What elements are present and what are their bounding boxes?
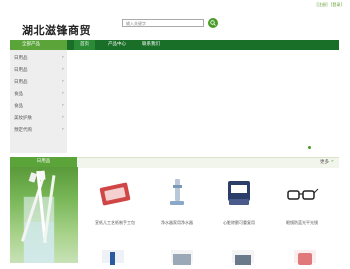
more-link[interactable]: 更多: [320, 159, 329, 165]
sidebar-item[interactable]: 日用品: [14, 55, 28, 61]
search-input[interactable]: 输入关键字: [122, 19, 204, 27]
product-image: [99, 182, 131, 206]
product-name: 净水器家用净水器: [161, 220, 193, 225]
chevron-right-icon: ›: [62, 103, 64, 108]
chevron-right-icon: ›: [62, 79, 64, 84]
sidebar-item[interactable]: 日用品: [14, 67, 28, 73]
product-image[interactable]: [294, 250, 316, 265]
nav-all-products[interactable]: 全部产品: [10, 40, 67, 50]
chevron-right-icon: »: [331, 159, 334, 164]
chevron-right-icon: ›: [62, 127, 64, 132]
login-link[interactable]: [登录]: [331, 2, 342, 7]
chevron-right-icon: ›: [62, 55, 64, 60]
banner-pager-dot[interactable]: [308, 146, 311, 149]
product-image[interactable]: [232, 250, 254, 265]
site-logo[interactable]: 湖北滋锋商贸: [22, 22, 91, 38]
sidebar-item[interactable]: 预定代购: [14, 127, 32, 133]
chevron-right-icon: ›: [62, 67, 64, 72]
chevron-right-icon: ›: [62, 91, 64, 96]
sidebar-item[interactable]: 美妆护肤: [14, 115, 32, 121]
chevron-right-icon: ›: [62, 115, 64, 120]
product-name: 宣纸儿工艺纸制手工包: [95, 220, 135, 225]
top-links: [注册] [登录]: [314, 2, 342, 8]
section-title: 日用品: [10, 157, 77, 167]
sidebar-item[interactable]: 日用品: [14, 79, 28, 85]
nav-contact[interactable]: 联系我们: [142, 40, 160, 50]
product-image: [287, 188, 319, 200]
search-button[interactable]: [208, 18, 218, 28]
banner-area: [67, 50, 339, 153]
promo-image: [10, 167, 78, 263]
register-link[interactable]: [注册]: [316, 2, 327, 7]
product-name: 眼镜防蓝光平光镜: [286, 220, 318, 225]
product-image[interactable]: [102, 250, 124, 265]
nav-products[interactable]: 产品中心: [108, 40, 126, 50]
sidebar-item[interactable]: 食品: [14, 91, 23, 97]
sidebar-item[interactable]: 食品: [14, 103, 23, 109]
search-icon: [210, 20, 216, 26]
product-image: [170, 179, 184, 205]
product-name: 心脏除颤可重复用: [223, 220, 255, 225]
product-image[interactable]: [171, 250, 193, 265]
product-image: [228, 181, 250, 205]
category-sidebar: [10, 50, 67, 153]
nav-home[interactable]: 首页: [74, 40, 95, 50]
